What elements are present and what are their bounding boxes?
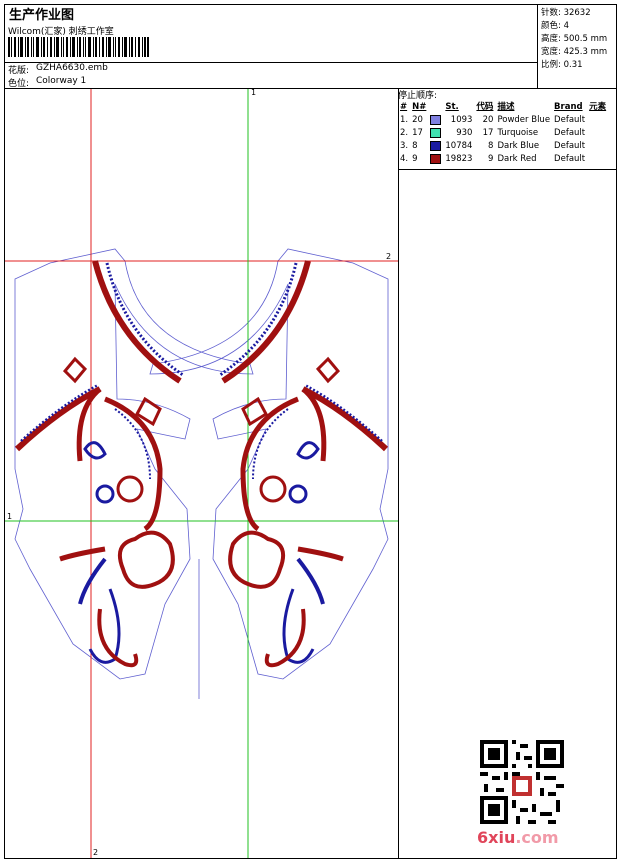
row-element [587, 114, 608, 127]
row-swatch [428, 127, 443, 140]
col-desc: 描述 [497, 102, 515, 112]
color-swatch [430, 140, 442, 151]
col-brand: Brand [554, 102, 583, 112]
info-scale: 比例: 0.31 [541, 60, 583, 70]
guide-marker-bottom: 2 [93, 848, 98, 857]
col-code: 代码 [476, 102, 494, 112]
panel-table-bottom [398, 169, 617, 170]
row-element [587, 153, 608, 166]
row-brand: Default [554, 128, 586, 138]
embroidery-right [219, 260, 389, 668]
row-swatch [428, 114, 443, 127]
guide-marker-left: 1 [7, 512, 12, 521]
color-row: 2. 17 930 17 Turquoise Default [398, 127, 608, 140]
row-code: 20 [482, 115, 494, 125]
colorway-value: Colorway 1 [36, 76, 87, 86]
page-title: 生产作业图 [9, 8, 75, 23]
row-num: 4. [400, 154, 409, 164]
color-row: 1. 20 1093 20 Powder Blue Default [398, 114, 608, 127]
row-brand: Default [554, 115, 586, 125]
design-value: GZHA6630.emb [36, 63, 108, 73]
row-num: 1. [400, 115, 409, 125]
row-n: 17 [412, 128, 423, 138]
watermark-suffix: .com [515, 828, 559, 847]
row-element [587, 127, 608, 140]
color-row: 3. 8 10784 8 Dark Blue Default [398, 140, 608, 153]
color-row: 4. 9 19823 9 Dark Red Default [398, 153, 608, 166]
row-n: 8 [412, 141, 418, 151]
embroidery-left [14, 260, 184, 668]
watermark-main: 6xiu [477, 828, 516, 847]
barcode [8, 37, 149, 57]
info-colors: 颜色: 4 [541, 21, 569, 31]
row-element [587, 140, 608, 153]
guide-marker-top: 1 [251, 89, 256, 97]
row-swatch [428, 153, 443, 166]
color-table: # N# St. 代码 描述 Brand 元素 1. 20 1093 20 Po… [398, 101, 608, 166]
info-width: 宽度: 425.3 mm [541, 47, 608, 57]
studio-name: Wilcom(汇家) 刺绣工作室 [8, 27, 114, 37]
row-swatch [428, 140, 443, 153]
col-element: 元素 [589, 102, 607, 112]
row-code: 8 [488, 141, 494, 151]
col-n: N# [412, 102, 427, 112]
panel-divider [398, 88, 399, 858]
row-num: 3. [400, 141, 409, 151]
row-st: 1093 [450, 115, 473, 125]
colorway-label: 色位: [8, 79, 30, 89]
color-swatch [430, 127, 442, 138]
row-desc: Turquoise [497, 128, 539, 138]
guide-marker-right: 2 [386, 252, 391, 261]
row-desc: Dark Red [497, 154, 537, 164]
header-divider-vertical [537, 4, 538, 88]
row-desc: Dark Blue [497, 141, 540, 151]
row-st: 19823 [445, 154, 473, 164]
row-st: 930 [456, 128, 473, 138]
col-num: # [400, 102, 408, 112]
row-num: 2. [400, 128, 409, 138]
info-height: 高度: 500.5 mm [541, 34, 608, 44]
col-st: St. [445, 102, 459, 112]
watermark: 6xiu.com [477, 828, 559, 847]
col-swatch [428, 101, 443, 114]
design-label: 花版: [8, 66, 30, 76]
embroidery-design-canvas: 1 2 1 2 [5, 89, 398, 858]
qr-code [480, 740, 564, 824]
color-swatch [430, 153, 442, 164]
color-swatch [430, 114, 442, 125]
row-brand: Default [554, 141, 586, 151]
row-n: 20 [412, 115, 423, 125]
info-stitches: 针数: 32632 [541, 8, 591, 18]
row-brand: Default [554, 154, 586, 164]
row-desc: Powder Blue [497, 115, 551, 125]
row-code: 9 [488, 154, 494, 164]
stop-sequence-title: 停止顺序: [398, 91, 438, 101]
row-code: 17 [482, 128, 494, 138]
garment-outline [14, 248, 389, 699]
row-n: 9 [412, 154, 418, 164]
guide-lines [5, 89, 398, 858]
row-st: 10784 [445, 141, 473, 151]
color-table-header: # N# St. 代码 描述 Brand 元素 [398, 101, 608, 114]
